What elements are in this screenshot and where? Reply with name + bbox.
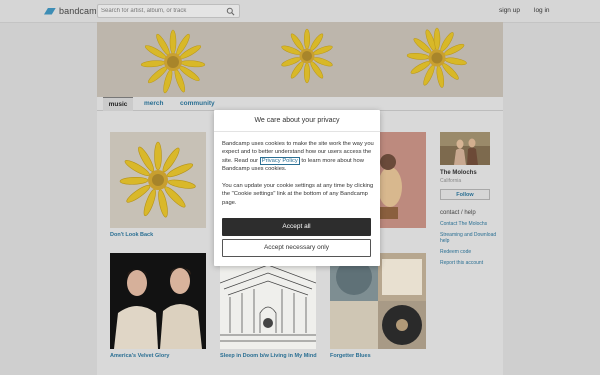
tab-music[interactable]: music: [103, 97, 133, 111]
album-item[interactable]: Forgetter Blues: [330, 253, 426, 360]
streaming-help-link[interactable]: Streaming and Download help: [440, 232, 498, 244]
album-cover[interactable]: [220, 253, 316, 349]
sign-up-link[interactable]: sign up: [499, 7, 520, 14]
follow-button[interactable]: Follow: [440, 189, 490, 200]
top-bar: bandcamp sign up log in: [0, 0, 600, 23]
album-item[interactable]: America's Velvet Glory: [110, 253, 206, 360]
cookie-consent-dialog: We care about your privacy Bandcamp uses…: [214, 110, 380, 266]
band-name[interactable]: The Molochs: [440, 170, 498, 176]
cookie-paragraph-2: You can update your cookie settings at a…: [222, 183, 374, 206]
search-icon[interactable]: [226, 7, 235, 16]
album-title[interactable]: Don't Look Back: [110, 232, 206, 239]
dialog-title: We care about your privacy: [214, 110, 380, 132]
cookie-paragraph-1: Bandcamp uses cookies to make the site w…: [222, 140, 374, 173]
artist-sidebar: The Molochs California Follow contact / …: [440, 132, 498, 266]
contact-link[interactable]: Contact The Molochs: [440, 221, 498, 227]
redeem-code-link[interactable]: Redeem code: [440, 249, 498, 255]
album-item[interactable]: Sleep in Doom b/w Living in My Mind: [220, 253, 317, 360]
album-cover[interactable]: [330, 253, 426, 349]
search-box: [97, 4, 240, 18]
album-cover[interactable]: [110, 253, 206, 349]
artist-tabs: music merch community: [97, 97, 503, 111]
artist-banner: [97, 22, 503, 97]
band-location: California: [440, 178, 462, 184]
search-input[interactable]: [101, 6, 221, 16]
album-item[interactable]: Don't Look Back: [110, 132, 206, 239]
logo-text: bandcamp: [59, 6, 102, 16]
contact-heading: contact / help: [440, 210, 476, 216]
band-photo[interactable]: [440, 132, 490, 165]
privacy-policy-link[interactable]: Privacy Policy: [259, 156, 300, 165]
report-account-link[interactable]: Report this account: [440, 260, 498, 266]
tab-community[interactable]: community: [180, 97, 215, 110]
album-cover[interactable]: [110, 132, 206, 228]
accept-all-button[interactable]: Accept all: [222, 218, 371, 236]
bandcamp-logo-icon: [44, 7, 56, 15]
album-title[interactable]: America's Velvet Glory: [110, 353, 206, 360]
tab-merch[interactable]: merch: [144, 97, 164, 110]
album-title[interactable]: Forgetter Blues: [330, 353, 426, 360]
bandcamp-logo[interactable]: bandcamp: [44, 5, 102, 17]
accept-necessary-button[interactable]: Accept necessary only: [222, 239, 371, 257]
log-in-link[interactable]: log in: [534, 7, 550, 14]
album-title[interactable]: Sleep in Doom b/w Living in My Mind: [220, 353, 317, 360]
